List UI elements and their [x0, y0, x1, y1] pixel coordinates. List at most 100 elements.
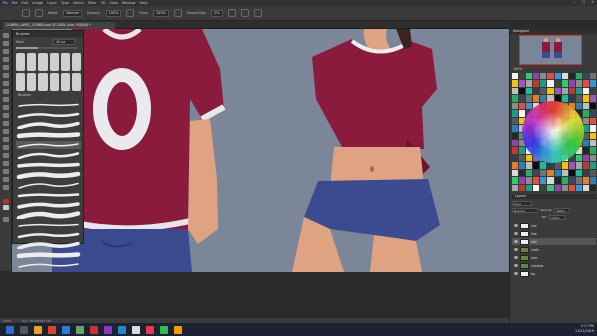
color-swatch[interactable]	[554, 169, 561, 177]
type-tool-icon[interactable]	[3, 153, 9, 158]
color-swatch[interactable]	[512, 73, 519, 80]
color-swatch[interactable]	[540, 162, 547, 169]
layer-row[interactable]: skin	[512, 238, 596, 245]
menu-item[interactable]: 3D	[101, 1, 106, 5]
brush-stroke-preview[interactable]	[16, 241, 81, 249]
brush-tool-icon[interactable]	[22, 9, 30, 17]
brush-preset[interactable]	[49, 53, 59, 71]
shape-tool-icon[interactable]	[3, 169, 9, 174]
color-swatch[interactable]	[582, 177, 589, 184]
flow-field[interactable]: 100%	[153, 9, 169, 17]
brush-size-slider[interactable]	[16, 47, 78, 49]
opacity-field[interactable]: 100%	[105, 9, 122, 17]
color-swatch[interactable]	[533, 184, 540, 191]
lasso-tool-icon[interactable]	[3, 49, 9, 54]
color-swatch[interactable]	[519, 162, 526, 169]
app-icon[interactable]	[76, 325, 84, 334]
color-swatch[interactable]	[582, 117, 589, 125]
color-swatch[interactable]	[512, 132, 519, 139]
brush-preset[interactable]	[16, 53, 26, 71]
color-wheel[interactable]	[522, 101, 584, 163]
app-icon[interactable]	[90, 325, 98, 334]
brush-preset[interactable]	[60, 73, 70, 91]
color-swatch[interactable]	[568, 162, 575, 169]
color-swatch[interactable]	[589, 184, 596, 191]
navigator-thumbnail[interactable]	[519, 35, 582, 65]
color-swatch[interactable]	[533, 87, 540, 95]
color-swatch[interactable]	[519, 95, 526, 102]
menu-item[interactable]: Image	[32, 1, 43, 5]
color-swatch[interactable]	[519, 154, 526, 162]
minimize-button[interactable]: –	[574, 0, 576, 4]
color-swatch[interactable]	[512, 80, 519, 87]
brush-tool-icon[interactable]	[3, 89, 9, 94]
color-swatch[interactable]	[526, 184, 533, 191]
color-swatch[interactable]	[589, 147, 596, 154]
color-swatch[interactable]	[547, 169, 554, 177]
eraser-tool-icon[interactable]	[3, 113, 9, 118]
color-swatch[interactable]	[568, 177, 575, 184]
layer-row[interactable]: line	[512, 230, 596, 237]
brush-stroke-preview[interactable]	[16, 191, 81, 199]
layer-row[interactable]: cloth	[512, 246, 596, 253]
foreground-color-swatch[interactable]	[3, 199, 9, 204]
color-swatch[interactable]	[547, 73, 554, 80]
search-icon[interactable]	[20, 325, 28, 334]
menu-item[interactable]: Layer	[47, 1, 57, 5]
color-swatch[interactable]	[568, 169, 575, 177]
brush-size-field[interactable]: 42 px	[53, 39, 75, 45]
color-swatch[interactable]	[526, 80, 533, 87]
layer-kind-filter[interactable]: Kind	[512, 201, 532, 206]
pressure-opacity-icon[interactable]	[126, 9, 135, 17]
brush-preset-picker-icon[interactable]	[35, 9, 43, 17]
color-swatch[interactable]	[533, 162, 540, 169]
color-swatch[interactable]	[526, 177, 533, 184]
color-swatch[interactable]	[589, 125, 596, 132]
color-swatch[interactable]	[512, 154, 519, 162]
color-swatch[interactable]	[512, 95, 519, 102]
color-swatch[interactable]	[519, 102, 526, 110]
gradient-tool-icon[interactable]	[3, 121, 9, 126]
brush-stroke-preview[interactable]	[16, 221, 81, 229]
eye-icon[interactable]	[514, 272, 518, 275]
color-swatch[interactable]	[589, 110, 596, 117]
color-swatch[interactable]	[589, 132, 596, 139]
color-swatch[interactable]	[589, 87, 596, 95]
brush-stroke-preview[interactable]	[16, 151, 81, 159]
menu-item[interactable]: Ps	[3, 1, 8, 5]
color-swatch[interactable]	[575, 154, 582, 162]
layers-panel-title[interactable]: Layers	[512, 194, 596, 199]
color-swatch[interactable]	[582, 139, 589, 147]
color-swatch[interactable]	[582, 95, 589, 102]
smoothing-field[interactable]: 0%	[211, 9, 224, 17]
file-explorer-icon[interactable]	[34, 325, 42, 334]
color-swatch[interactable]	[526, 95, 533, 102]
zoom-tool-icon[interactable]	[3, 185, 9, 190]
system-clock[interactable]: 2:17 PM 11/21/2019	[575, 324, 594, 334]
color-swatch[interactable]	[582, 169, 589, 177]
color-swatch[interactable]	[519, 110, 526, 117]
color-swatch[interactable]	[575, 102, 582, 110]
brush-stroke-preview[interactable]	[16, 201, 81, 209]
app-icon[interactable]	[160, 325, 168, 334]
windows-start-icon[interactable]	[6, 325, 14, 334]
color-swatch[interactable]	[561, 184, 568, 191]
menu-item[interactable]: Edit	[21, 1, 28, 5]
app-icon[interactable]	[146, 325, 154, 334]
color-swatch[interactable]	[526, 162, 533, 169]
brush-preset[interactable]	[38, 73, 48, 91]
color-swatch[interactable]	[533, 177, 540, 184]
menu-item[interactable]: Filter	[88, 1, 97, 5]
hand-tool-icon[interactable]	[3, 177, 9, 182]
brush-stroke-preview[interactable]	[16, 171, 81, 179]
brush-preset[interactable]	[49, 73, 59, 91]
brush-stroke-preview[interactable]	[16, 141, 81, 149]
color-swatch[interactable]	[519, 169, 526, 177]
color-swatch[interactable]	[547, 162, 554, 169]
gear-icon[interactable]	[228, 9, 237, 17]
mode-select[interactable]: Normal	[63, 9, 82, 17]
color-swatch[interactable]	[512, 87, 519, 95]
document-tab[interactable]: CHARM_LAP02_COMBO.psd @ 100% (line, RGB/…	[3, 22, 115, 29]
photoshop-icon[interactable]	[62, 325, 70, 334]
menu-item[interactable]: Select	[73, 1, 84, 5]
